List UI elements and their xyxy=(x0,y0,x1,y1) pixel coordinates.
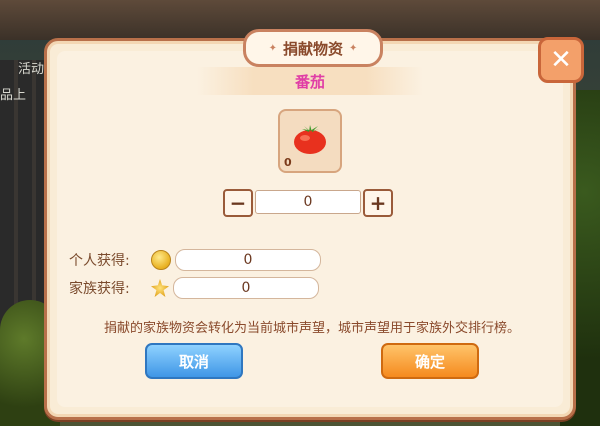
close-button[interactable]: ✕ xyxy=(538,37,584,83)
item-name-banner: 番茄 xyxy=(197,67,423,95)
item-owned-count: 0 xyxy=(284,156,292,169)
tomato-icon xyxy=(294,125,326,154)
sparkle-icon: ✦ xyxy=(268,42,277,54)
dialog-body xyxy=(57,51,563,407)
family-reward-row: 家族获得: 0 xyxy=(69,277,319,299)
close-x-icon: ✕ xyxy=(550,45,572,75)
personal-reward-label: 个人获得: xyxy=(69,253,130,269)
family-reward-label: 家族获得: xyxy=(69,281,130,297)
confirm-button[interactable]: 确定 xyxy=(381,343,479,379)
dialog-title: 捐献物资 xyxy=(282,39,343,58)
decrease-button[interactable]: − xyxy=(223,189,253,217)
gold-coin-icon xyxy=(151,250,171,270)
item-slot[interactable]: 0 xyxy=(278,109,342,173)
background-activity-text: 活动 xyxy=(18,62,45,77)
personal-reward-row: 个人获得: 0 xyxy=(69,249,321,271)
family-reward-value: 0 xyxy=(173,277,319,299)
cancel-button[interactable]: 取消 xyxy=(145,343,243,379)
donate-dialog: ✦ 捐献物资 ✦ ✕ 番茄 0 − 0 + 个人获得: 0 家族获得: 0 捐献… xyxy=(44,29,584,420)
background-product-text: 品上 xyxy=(0,88,27,103)
quantity-stepper: − 0 + xyxy=(223,189,393,217)
item-name: 番茄 xyxy=(294,72,325,91)
dialog-title-plate: ✦ 捐献物资 ✦ xyxy=(243,29,383,67)
sparkle-icon: ✦ xyxy=(349,42,358,54)
family-badge-icon xyxy=(151,279,169,297)
donation-description: 捐献的家族物资会转化为当前城市声望，城市声望用于家族外交排行榜。 xyxy=(103,321,520,336)
personal-reward-value: 0 xyxy=(175,249,321,271)
increase-button[interactable]: + xyxy=(363,189,393,217)
quantity-input[interactable]: 0 xyxy=(255,190,361,214)
